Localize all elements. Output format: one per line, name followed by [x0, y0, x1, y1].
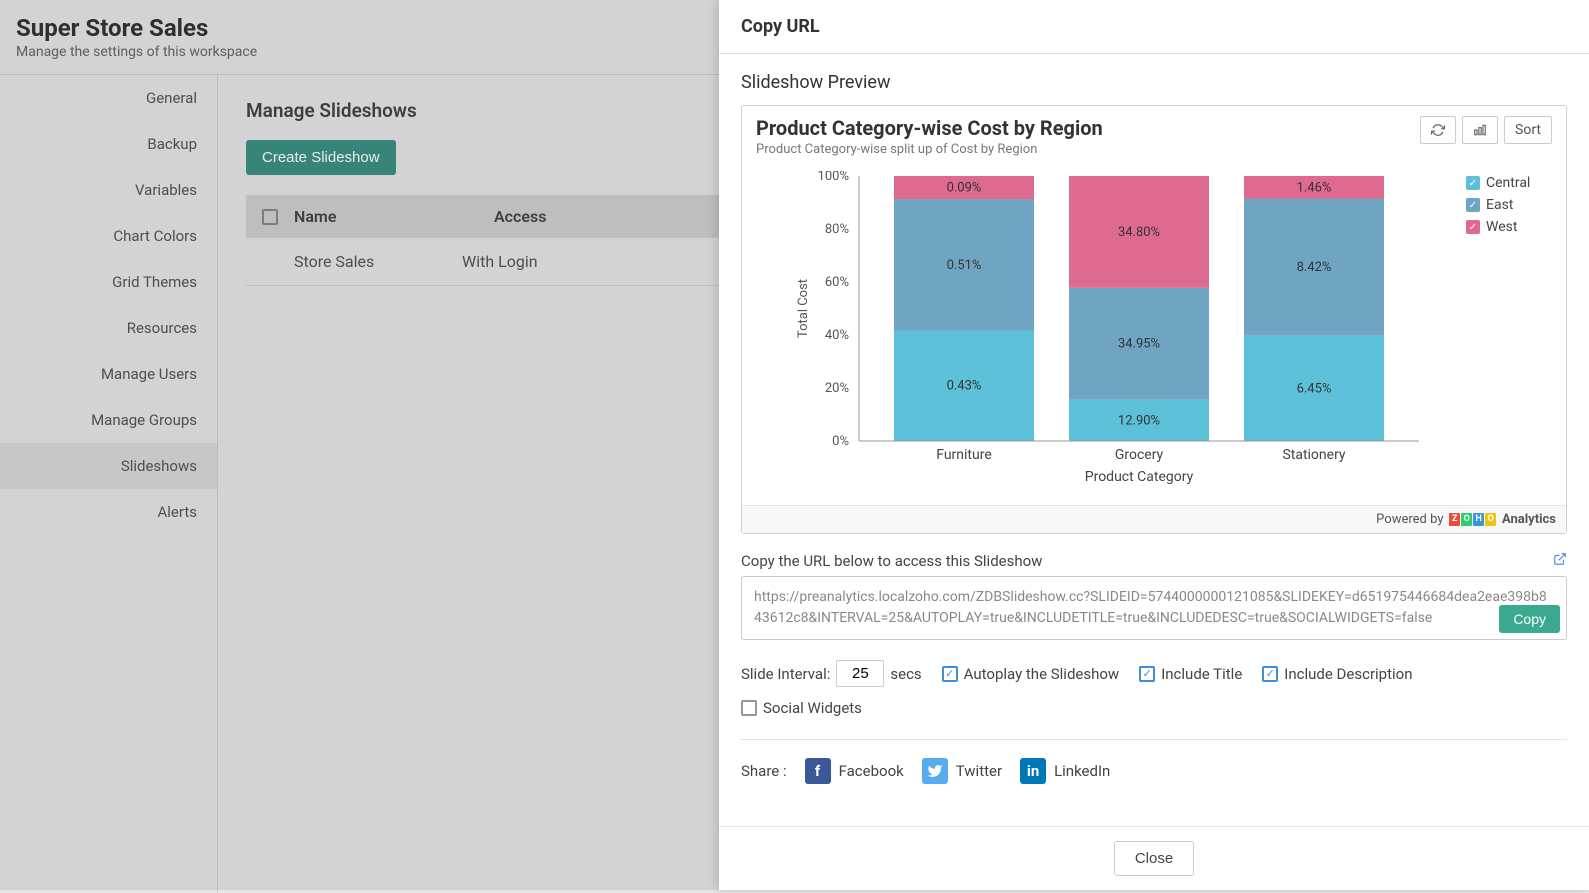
copy-url-modal: Copy URL Slideshow Preview Product Categ…: [719, 0, 1589, 890]
sidebar-item-alerts[interactable]: Alerts: [0, 489, 217, 535]
chart-plot-area: 0% 20% 40% 60% 80% 100% Total Cost 0.43% 0.51% 0.…: [752, 171, 1466, 495]
sidebar-item-grid-themes[interactable]: Grid Themes: [0, 259, 217, 305]
svg-text:100%: 100%: [818, 171, 849, 184]
include-desc-label: Include Description: [1284, 665, 1412, 683]
url-text[interactable]: https://preanalytics.localzoho.com/ZDBSl…: [754, 587, 1554, 629]
svg-text:0.43%: 0.43%: [947, 379, 982, 394]
chart-card: Product Category-wise Cost by Region Pro…: [741, 105, 1567, 534]
sidebar-item-variables[interactable]: Variables: [0, 167, 217, 213]
sidebar-item-manage-groups[interactable]: Manage Groups: [0, 397, 217, 443]
svg-text:1.46%: 1.46%: [1297, 180, 1332, 195]
chart-legend: ✓Central ✓East ✓West: [1466, 171, 1556, 495]
select-all-checkbox[interactable]: [262, 209, 278, 225]
svg-text:12.90%: 12.90%: [1118, 413, 1160, 428]
sidebar-item-resources[interactable]: Resources: [0, 305, 217, 351]
autoplay-checkbox[interactable]: ✓: [942, 666, 958, 682]
svg-text:6.45%: 6.45%: [1297, 381, 1332, 396]
url-label: Copy the URL below to access this Slides…: [741, 552, 1042, 570]
modal-title: Copy URL: [719, 0, 1589, 54]
svg-text:80%: 80%: [825, 222, 849, 237]
svg-text:Grocery: Grocery: [1115, 447, 1164, 463]
autoplay-label: Autoplay the Slideshow: [964, 665, 1120, 683]
svg-text:0%: 0%: [832, 434, 849, 449]
row-name: Store Sales: [262, 252, 462, 271]
powered-by: Powered by ZOHO Analytics: [742, 505, 1566, 533]
share-facebook[interactable]: f Facebook: [805, 758, 904, 784]
share-linkedin[interactable]: in LinkedIn: [1020, 758, 1110, 784]
social-widgets-checkbox[interactable]: [741, 700, 757, 716]
svg-text:8.42%: 8.42%: [1297, 260, 1332, 275]
include-title-checkbox[interactable]: ✓: [1139, 666, 1155, 682]
url-box: https://preanalytics.localzoho.com/ZDBSl…: [741, 576, 1567, 640]
svg-text:34.80%: 34.80%: [1118, 225, 1160, 240]
slide-interval-input[interactable]: [836, 660, 884, 687]
svg-text:0.09%: 0.09%: [947, 181, 982, 196]
sidebar-item-backup[interactable]: Backup: [0, 121, 217, 167]
svg-text:Furniture: Furniture: [936, 447, 992, 463]
slide-interval-label: Slide Interval:: [741, 665, 830, 683]
svg-text:Product Category: Product Category: [1085, 469, 1194, 485]
sidebar-item-manage-users[interactable]: Manage Users: [0, 351, 217, 397]
refresh-icon[interactable]: [1420, 116, 1456, 144]
svg-text:60%: 60%: [825, 275, 849, 290]
settings-sidebar: GeneralBackupVariablesChart ColorsGrid T…: [0, 75, 218, 893]
chart-title: Product Category-wise Cost by Region: [756, 116, 1420, 140]
share-label: Share :: [741, 762, 787, 780]
secs-label: secs: [890, 665, 921, 683]
linkedin-icon: in: [1020, 758, 1046, 784]
sidebar-item-slideshows[interactable]: Slideshows: [0, 443, 217, 489]
legend-item-east[interactable]: ✓East: [1466, 197, 1556, 213]
svg-text:Stationery: Stationery: [1282, 447, 1345, 463]
svg-text:20%: 20%: [825, 381, 849, 396]
legend-item-west[interactable]: ✓West: [1466, 219, 1556, 235]
svg-text:Total Cost: Total Cost: [796, 279, 811, 338]
facebook-icon: f: [805, 758, 831, 784]
social-widgets-label: Social Widgets: [763, 699, 862, 717]
share-twitter[interactable]: Twitter: [922, 758, 1002, 784]
include-desc-checkbox[interactable]: ✓: [1262, 666, 1278, 682]
col-name: Name: [294, 207, 494, 226]
zoho-logo-icon: ZOHO: [1449, 513, 1497, 526]
sidebar-item-general[interactable]: General: [0, 75, 217, 121]
close-button[interactable]: Close: [1114, 841, 1194, 876]
chart-subtitle: Product Category-wise split up of Cost b…: [756, 142, 1420, 157]
sidebar-item-chart-colors[interactable]: Chart Colors: [0, 213, 217, 259]
copy-button[interactable]: Copy: [1499, 605, 1560, 633]
preview-label: Slideshow Preview: [741, 72, 1567, 93]
include-title-label: Include Title: [1161, 665, 1242, 683]
create-slideshow-button[interactable]: Create Slideshow: [246, 140, 396, 175]
svg-text:0.51%: 0.51%: [947, 258, 982, 273]
svg-text:40%: 40%: [825, 328, 849, 343]
open-external-icon[interactable]: [1553, 552, 1567, 570]
svg-text:34.95%: 34.95%: [1118, 337, 1160, 352]
sort-button[interactable]: Sort: [1504, 116, 1552, 144]
chart-type-icon[interactable]: [1462, 116, 1498, 144]
legend-item-central[interactable]: ✓Central: [1466, 175, 1556, 191]
twitter-icon: [922, 758, 948, 784]
